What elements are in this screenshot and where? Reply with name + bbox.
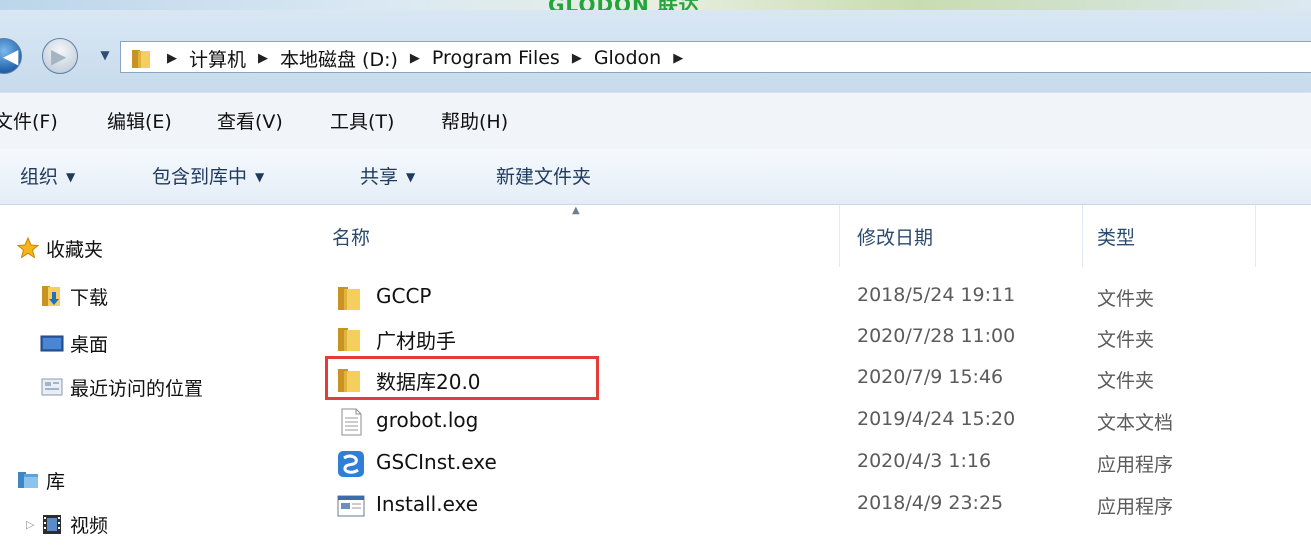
column-header-type[interactable]: 类型 <box>1097 223 1135 250</box>
file-date: 2020/7/9 15:46 <box>857 366 1004 388</box>
libraries-icon <box>16 468 40 492</box>
text-file-icon <box>336 408 366 436</box>
menu-view[interactable]: 查看(V) <box>217 107 283 134</box>
file-row[interactable]: GCCP 2018/5/24 19:11 文件夹 <box>312 278 1311 318</box>
nav-libraries-label: 库 <box>46 470 66 493</box>
include-in-library-label: 包含到库中 <box>152 166 248 188</box>
file-date: 2020/4/3 1:16 <box>857 450 992 472</box>
nav-favorites[interactable]: 收藏夹 <box>16 232 103 264</box>
navigation-pane: 收藏夹 下载 桌面 最近访问的位置 库 ▷ 视频 <box>0 205 312 546</box>
menu-file[interactable]: 文件(F) <box>0 107 58 134</box>
folder-icon <box>336 325 366 353</box>
chevron-right-icon[interactable]: ▶ <box>258 51 268 66</box>
file-row[interactable]: GSCInst.exe 2020/4/3 1:16 应用程序 <box>312 444 1311 484</box>
column-divider[interactable] <box>839 205 840 267</box>
back-arrow-icon: ◀ <box>3 44 19 68</box>
menu-help[interactable]: 帮助(H) <box>441 107 508 134</box>
file-name: Install.exe <box>376 492 479 516</box>
file-type: 应用程序 <box>1097 496 1174 518</box>
star-icon <box>16 236 40 260</box>
address-bar[interactable]: ▶ 计算机 ▶ 本地磁盘 (D:) ▶ Program Files ▶ Glod… <box>120 41 1311 73</box>
share-label: 共享 <box>360 166 399 188</box>
chevron-down-icon: ▼ <box>66 170 76 184</box>
file-name: GCCP <box>376 284 432 308</box>
file-type: 文件夹 <box>1097 370 1155 392</box>
nav-desktop-label: 桌面 <box>70 333 109 356</box>
back-button[interactable]: ◀ <box>0 38 22 74</box>
file-type: 文件夹 <box>1097 288 1155 310</box>
column-header-date-modified[interactable]: 修改日期 <box>857 223 933 250</box>
nav-favorites-label: 收藏夹 <box>46 238 104 261</box>
file-row[interactable]: 广材助手 2020/7/28 11:00 文件夹 <box>312 319 1311 359</box>
film-icon <box>40 512 64 536</box>
file-name: GSCInst.exe <box>376 450 497 474</box>
recent-pages-dropdown[interactable]: ▼ <box>96 46 114 64</box>
chevron-right-icon[interactable]: ▶ <box>572 51 582 66</box>
chevron-right-icon[interactable]: ▶ <box>167 51 177 66</box>
nav-videos[interactable]: 视频 <box>40 508 108 540</box>
column-header-name[interactable]: 名称 <box>332 223 370 250</box>
folder-icon <box>131 47 153 74</box>
app-icon <box>336 450 366 478</box>
share-button[interactable]: 共享 ▼ <box>360 162 415 189</box>
include-in-library-button[interactable]: 包含到库中 ▼ <box>152 162 264 189</box>
highlight-annotation-box <box>325 356 599 400</box>
file-date: 2020/7/28 11:00 <box>857 325 1016 347</box>
nav-videos-label: 视频 <box>70 514 109 537</box>
menu-tools[interactable]: 工具(T) <box>330 107 394 134</box>
chevron-right-icon[interactable]: ▶ <box>410 51 420 66</box>
recent-places-icon <box>40 375 64 399</box>
exe-window-icon <box>336 492 366 520</box>
expand-arrow-icon[interactable]: ▷ <box>26 518 34 531</box>
file-name: grobot.log <box>376 408 479 432</box>
menu-bar: 文件(F) 编辑(E) 查看(V) 工具(T) 帮助(H) <box>0 92 1311 149</box>
forward-button[interactable]: ▶ <box>42 38 78 74</box>
file-type: 应用程序 <box>1097 454 1174 476</box>
file-row[interactable]: grobot.log 2019/4/24 15:20 文本文档 <box>312 402 1311 442</box>
column-divider[interactable] <box>1255 205 1256 267</box>
downloads-folder-icon <box>40 284 64 308</box>
nav-recent-places[interactable]: 最近访问的位置 <box>40 371 203 403</box>
nav-desktop[interactable]: 桌面 <box>40 327 108 359</box>
folder-icon <box>336 284 366 312</box>
breadcrumb-program-files[interactable]: Program Files <box>432 47 560 69</box>
breadcrumb: ▶ 计算机 ▶ 本地磁盘 (D:) ▶ Program Files ▶ Glod… <box>163 42 695 74</box>
command-bar: 组织 ▼ 包含到库中 ▼ 共享 ▼ 新建文件夹 <box>0 149 1311 205</box>
nav-libraries[interactable]: 库 <box>16 464 65 496</box>
organize-label: 组织 <box>20 166 59 188</box>
breadcrumb-local-disk-d[interactable]: 本地磁盘 (D:) <box>280 45 398 72</box>
file-name: 广材助手 <box>376 329 456 353</box>
sort-ascending-icon: ▲ <box>572 205 580 216</box>
forward-arrow-icon: ▶ <box>51 44 67 68</box>
breadcrumb-glodon[interactable]: Glodon <box>594 47 661 69</box>
file-row[interactable]: Install.exe 2018/4/9 23:25 应用程序 <box>312 486 1311 526</box>
title-bar: GLODON 联达 <box>0 0 1311 10</box>
menu-edit[interactable]: 编辑(E) <box>107 107 172 134</box>
chevron-down-icon: ▼ <box>255 170 265 184</box>
desktop-icon <box>40 331 64 355</box>
file-list: ▲ 名称 修改日期 类型 GCCP 2018/5/24 19:11 文件夹 广材… <box>312 205 1311 546</box>
window-title-logo: GLODON 联达 <box>548 0 700 10</box>
file-type: 文件夹 <box>1097 329 1155 351</box>
chevron-down-icon: ▼ <box>406 170 416 184</box>
nav-downloads[interactable]: 下载 <box>40 280 108 312</box>
address-row: ◀ ▶ ▼ ▶ 计算机 ▶ 本地磁盘 (D:) ▶ Program Files … <box>0 10 1311 92</box>
file-date: 2018/5/24 19:11 <box>857 284 1016 306</box>
chevron-right-icon[interactable]: ▶ <box>673 51 683 66</box>
new-folder-button[interactable]: 新建文件夹 <box>496 162 591 189</box>
file-type: 文本文档 <box>1097 412 1174 434</box>
breadcrumb-computer[interactable]: 计算机 <box>189 45 246 72</box>
file-date: 2018/4/9 23:25 <box>857 492 1004 514</box>
nav-recent-places-label: 最近访问的位置 <box>70 377 204 400</box>
organize-button[interactable]: 组织 ▼ <box>20 162 75 189</box>
nav-downloads-label: 下载 <box>70 286 109 309</box>
column-divider[interactable] <box>1082 205 1083 267</box>
file-date: 2019/4/24 15:20 <box>857 408 1016 430</box>
